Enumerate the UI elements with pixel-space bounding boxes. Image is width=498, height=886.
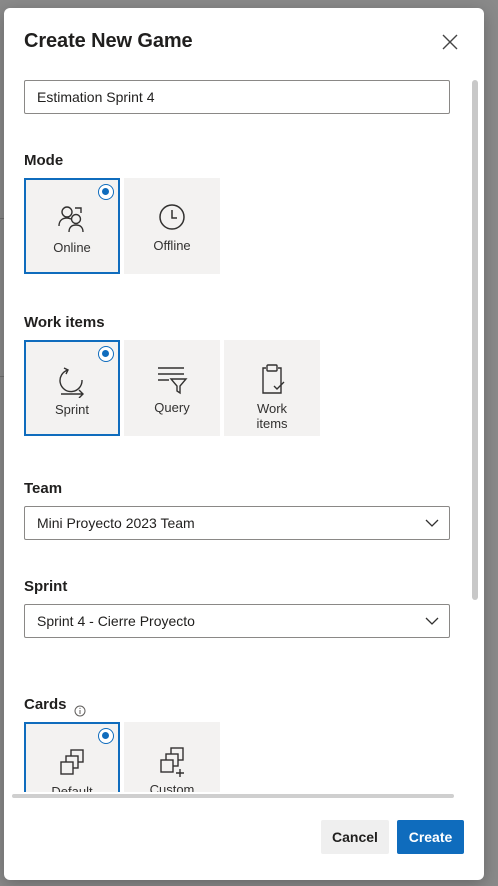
create-button[interactable]: Create [397, 820, 464, 854]
dialog-footer: Cancel Create [4, 798, 484, 880]
team-label: Team [24, 480, 63, 497]
tile-label: Query [154, 400, 190, 415]
clock-icon [159, 204, 185, 230]
mode-online-tile[interactable]: Online [24, 178, 120, 274]
cards-custom-tile[interactable]: Custom [124, 722, 220, 792]
chevron-down-icon [425, 617, 439, 625]
cancel-button[interactable]: Cancel [321, 820, 389, 854]
tile-label: Online [53, 240, 91, 255]
close-button[interactable] [438, 30, 462, 54]
tile-label: Default [51, 784, 93, 792]
cards-label: Cards [24, 696, 67, 713]
card-stack-add-icon [160, 747, 184, 777]
selected-radio-indicator [98, 346, 114, 362]
filter-list-icon [158, 367, 188, 395]
users-icon [58, 206, 84, 233]
card-stack-icon [60, 749, 84, 775]
cards-default-tile[interactable]: Default [24, 722, 120, 792]
create-game-dialog: Create New Game Estimation Sprint 4 Mode… [4, 8, 484, 880]
tile-label-line2: items [256, 416, 288, 431]
tile-label: Offline [153, 238, 191, 253]
tile-label: Sprint [55, 402, 89, 417]
sprint-label: Sprint [24, 578, 68, 595]
sprint-dropdown[interactable]: Sprint 4 - Cierre Proyecto [24, 604, 450, 638]
team-dropdown[interactable]: Mini Proyecto 2023 Team [24, 506, 450, 540]
sprint-dropdown-value: Sprint 4 - Cierre Proyecto [37, 613, 195, 629]
selected-radio-indicator [98, 184, 114, 200]
clipboard-check-icon [262, 364, 285, 394]
info-icon[interactable] [74, 705, 86, 717]
vertical-scrollbar[interactable] [472, 80, 478, 600]
chevron-down-icon [425, 519, 439, 527]
dialog-body: Estimation Sprint 4 Mode Online Offline … [4, 72, 474, 792]
work-items-workitems-tile[interactable]: Work items [224, 340, 320, 436]
work-items-sprint-tile[interactable]: Sprint [24, 340, 120, 436]
mode-offline-tile[interactable]: Offline [124, 178, 220, 274]
tile-label: Custom [149, 782, 195, 792]
close-icon [442, 34, 458, 50]
dialog-title: Create New Game [24, 30, 193, 52]
team-dropdown-value: Mini Proyecto 2023 Team [37, 515, 195, 531]
work-items-label: Work items [24, 314, 105, 331]
game-name-input[interactable]: Estimation Sprint 4 [24, 80, 450, 114]
work-items-query-tile[interactable]: Query [124, 340, 220, 436]
tile-label-line1: Work [256, 401, 288, 416]
sprint-cycle-icon [59, 367, 84, 398]
mode-label: Mode [24, 152, 64, 169]
selected-radio-indicator [98, 728, 114, 744]
